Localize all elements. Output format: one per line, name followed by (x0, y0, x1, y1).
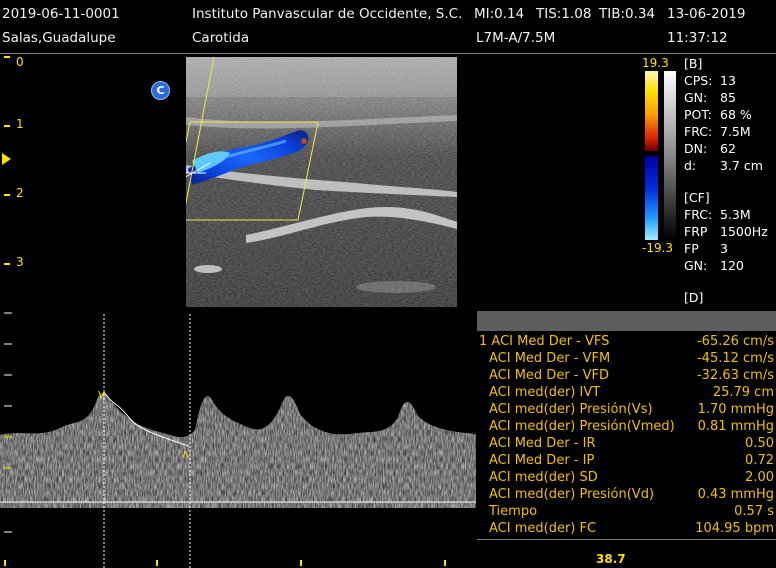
measurement-value: 1.70 mmHg (697, 402, 774, 417)
measurement-value: 2.00 (745, 470, 774, 485)
measurement-label: ACI Med Der - VFD (489, 368, 609, 383)
tib-value: TIB:0.34 (599, 6, 656, 22)
measurement-value: -32.63 cm/s (696, 368, 774, 383)
bmode-section-label: [B] (684, 56, 703, 71)
depth-tick (4, 56, 10, 58)
measurement-label: ACI med(der) FC (489, 521, 597, 536)
focus-marker-icon (2, 153, 11, 165)
color-scale-min: -19.3 (642, 241, 674, 255)
param-value: 7.5M (720, 124, 751, 139)
depth-tick (4, 125, 10, 127)
param-value: 62 (720, 141, 736, 156)
measurement-value: 0.81 mmHg (697, 419, 774, 434)
bmode-image (186, 57, 457, 307)
tis-value: TIS:1.08 (536, 6, 592, 22)
param-label: CPS: (684, 73, 713, 88)
spectral-doppler-trace: V Λ (0, 312, 476, 568)
patient-name: Salas,Guadalupe (2, 30, 116, 46)
param-value: 13 (720, 73, 736, 88)
gray-scale-bar (664, 71, 676, 240)
param-value: 5.3M (720, 207, 751, 222)
param-label: GN: (684, 90, 708, 105)
depth-label-0: 0 (16, 55, 24, 69)
institution-name: Instituto Panvascular de Occidente, S.C. (192, 6, 463, 22)
measurement-panel-header (477, 311, 776, 331)
bottom-readout: 38.7 (596, 552, 626, 566)
param-value: 1500Hz (720, 224, 768, 239)
doppler-section-label: [D] (684, 290, 704, 305)
param-value: 120 (720, 258, 744, 273)
param-label: GN: (684, 258, 708, 273)
measurement-label: ACI med(der) SD (489, 470, 598, 485)
param-label: d: (684, 158, 697, 173)
color-bar-negative (645, 156, 658, 240)
measurement-value: 0.43 mmHg (697, 487, 774, 502)
header-divider (0, 53, 776, 54)
measurement-label: Tiempo (489, 504, 538, 519)
measurement-label: ACI Med Der - IP (489, 453, 595, 468)
param-value: 3 (720, 241, 728, 256)
param-value: 68 % (720, 107, 752, 122)
depth-label-1: 1 (16, 117, 24, 131)
param-label: FRC: (684, 207, 713, 222)
param-value: 85 (720, 90, 736, 105)
param-label: DN: (684, 141, 708, 156)
measurement-label: 1 ACI Med Der - VFS (479, 334, 610, 349)
depth-label-3: 3 (16, 255, 24, 269)
mi-value: MI:0.14 (474, 6, 525, 22)
study-id: 2019-06-11-0001 (2, 6, 120, 22)
param-label: FRC: (684, 124, 713, 139)
measurement-value: 0.57 s (734, 504, 774, 519)
measurement-value: 25.79 cm (712, 385, 774, 400)
measurement-value: 0.72 (745, 453, 774, 468)
param-label: FRP (684, 224, 708, 239)
svg-text:Λ: Λ (182, 450, 189, 461)
measurement-label: ACI Med Der - VFM (489, 351, 611, 366)
measurement-label: ACI med(der) Presión(Vmed) (489, 419, 675, 434)
measurement-value: 104.95 bpm (695, 521, 774, 536)
exam-date: 13-06-2019 (667, 6, 746, 22)
probe-info: L7M-A/7.5M (476, 30, 556, 46)
measurement-label: ACI med(der) Presión(Vs) (489, 402, 653, 417)
measurement-label: ACI med(der) IVT (489, 385, 601, 400)
measurement-label: ACI Med Der - IR (489, 436, 596, 451)
param-value: 3.7 cm (720, 158, 763, 173)
depth-tick (4, 194, 10, 196)
param-label: POT: (684, 107, 712, 122)
color-bar-positive (645, 71, 658, 151)
depth-label-2: 2 (16, 186, 24, 200)
exam-time: 11:37:12 (667, 30, 728, 46)
channel-c-marker: C (151, 81, 170, 100)
depth-tick (4, 263, 10, 265)
measurement-value: 0.50 (745, 436, 774, 451)
exam-type: Carotida (192, 30, 250, 46)
svg-text:V: V (98, 390, 105, 401)
param-label: FP (684, 241, 699, 256)
cf-section-label: [CF] (684, 190, 710, 205)
measurement-panel-divider (477, 539, 776, 540)
measurement-value: -65.26 cm/s (696, 334, 774, 349)
color-scale-max: 19.3 (642, 56, 669, 70)
measurement-label: ACI med(der) Presión(Vd) (489, 487, 655, 502)
measurement-value: -45.12 cm/s (696, 351, 774, 366)
